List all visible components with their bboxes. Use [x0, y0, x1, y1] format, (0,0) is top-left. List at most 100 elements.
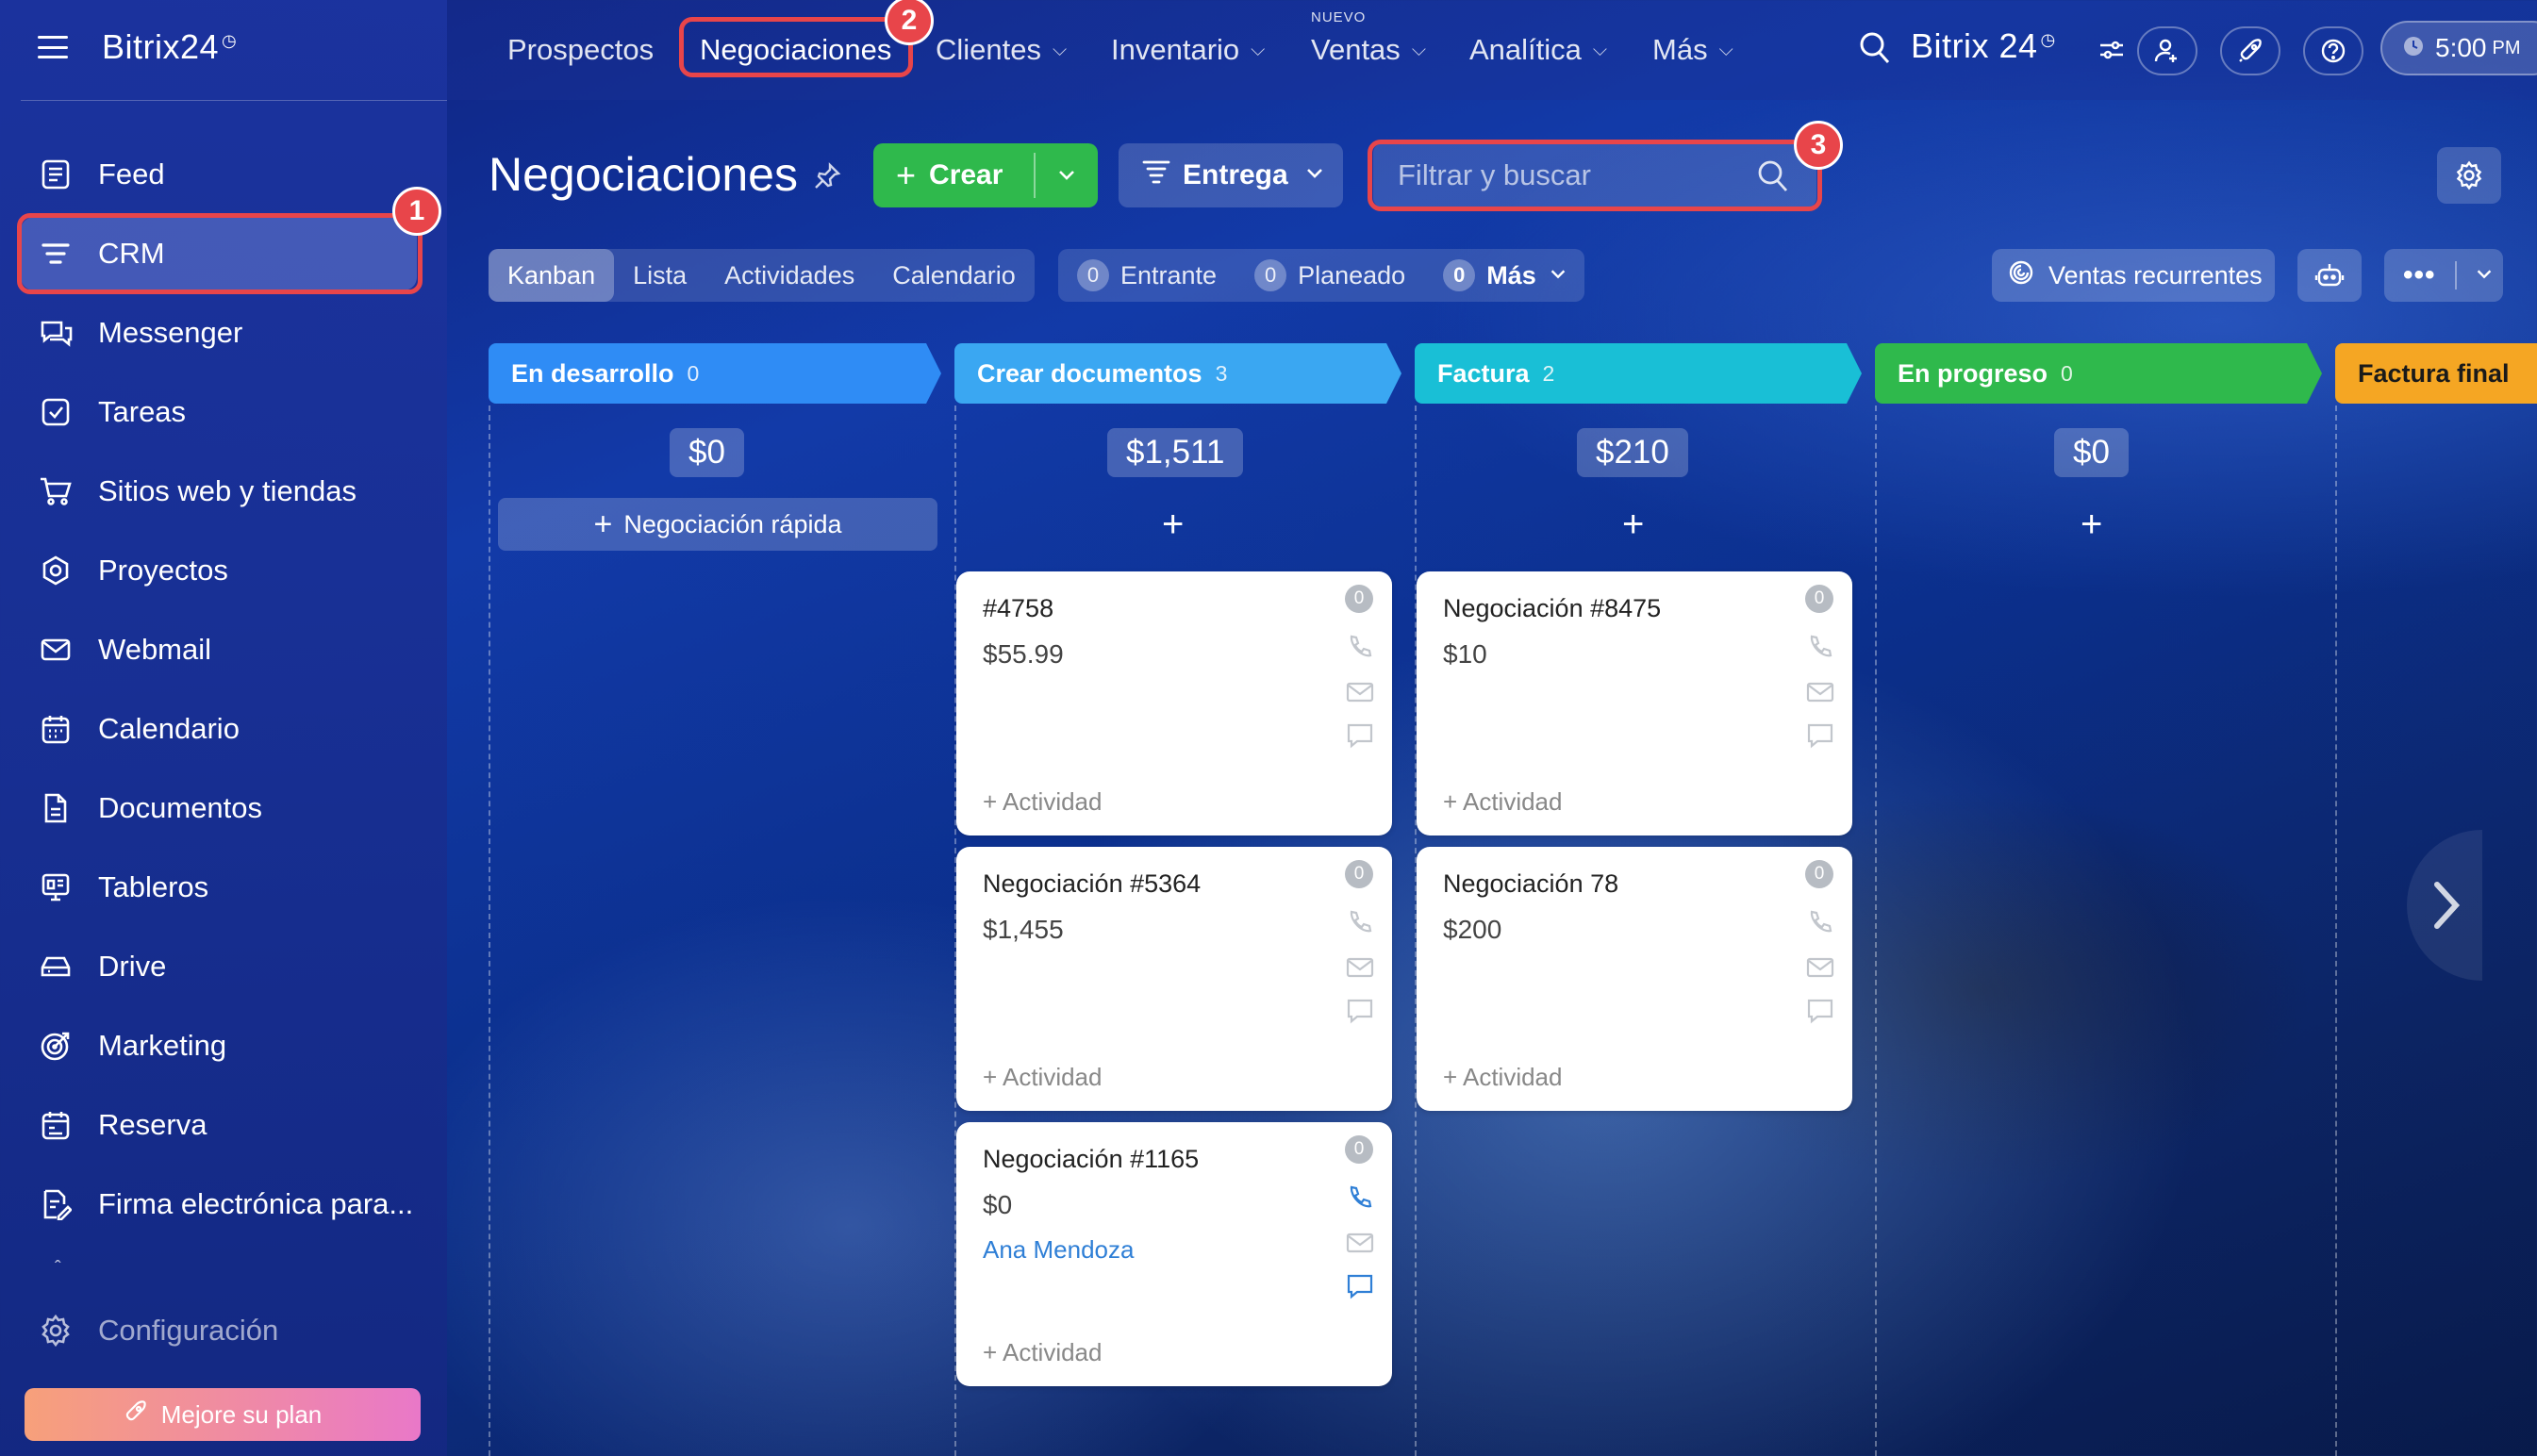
phone-icon[interactable] [1343, 905, 1377, 939]
logo[interactable]: Bitrix24 ◷ [102, 27, 237, 67]
sidebar-item-webmail[interactable]: Webmail [21, 613, 417, 687]
pin-icon[interactable] [813, 162, 841, 195]
sidebar-item-feed[interactable]: Feed [21, 138, 417, 211]
deal-card[interactable]: Negociación #8475 $10 0 + Actividad [1417, 571, 1852, 836]
add-activity-link[interactable]: + Actividad [1443, 1063, 1562, 1092]
scroll-right-button[interactable] [2407, 830, 2482, 981]
nav-negociaciones[interactable]: Negociaciones [700, 28, 891, 72]
chevron-down-icon [1303, 159, 1326, 191]
tab-lista[interactable]: Lista [614, 249, 705, 302]
tab-actividades[interactable]: Actividades [705, 249, 873, 302]
add-activity-link[interactable]: + Actividad [1443, 787, 1562, 817]
sidebar-item-reserva[interactable]: Reserva [21, 1088, 417, 1162]
quick-deal-label: Negociación rápida [623, 509, 842, 538]
sidebar-item-drive[interactable]: Drive [21, 930, 417, 1003]
deal-card[interactable]: Negociación #5364 $1,455 0 + Actividad [956, 847, 1392, 1111]
rocket-button[interactable] [2220, 26, 2280, 75]
annotation-badge-3: 3 [1794, 121, 1843, 170]
collapse-icon[interactable]: ˆ [55, 1258, 61, 1280]
help-button[interactable] [2303, 26, 2363, 75]
mail-icon[interactable] [1343, 1226, 1377, 1260]
upgrade-button[interactable]: Mejore su plan [25, 1388, 421, 1441]
chevron-down-icon[interactable] [2474, 263, 2495, 289]
nav-inventario[interactable]: Inventario ⌵ [1111, 28, 1265, 72]
phone-icon[interactable] [1803, 905, 1837, 939]
phone-icon[interactable] [1803, 630, 1837, 664]
deal-title[interactable]: Negociación #1165 [983, 1145, 1199, 1174]
sidebar-item-crm[interactable]: CRM [21, 217, 417, 290]
sidebar-item-tableros[interactable]: Tableros [21, 851, 417, 924]
deal-card[interactable]: #4758 $55.99 0 + Actividad [956, 571, 1392, 836]
projects-icon [38, 553, 74, 588]
sidebar-item-firma[interactable]: Firma electrónica para... [21, 1167, 417, 1241]
sidebar-item-proyectos[interactable]: Proyectos [21, 534, 417, 607]
phone-icon[interactable] [1343, 630, 1377, 664]
pipeline-selector[interactable]: Entrega [1119, 143, 1343, 207]
sidebar-item-tareas[interactable]: Tareas [21, 375, 417, 449]
column-header[interactable]: En progreso 0 [1875, 343, 2322, 404]
sidebar-item-sitios[interactable]: Sitios web y tiendas [21, 455, 417, 528]
divider [2454, 261, 2457, 290]
settings-button[interactable] [2437, 147, 2501, 204]
column-header[interactable]: Factura final [2335, 343, 2537, 404]
sidebar-item-calendario[interactable]: Calendario [21, 692, 417, 766]
deal-title[interactable]: #4758 [983, 594, 1053, 623]
chat-icon[interactable] [1803, 994, 1837, 1028]
add-deal-button[interactable]: + [1162, 504, 1184, 546]
menu-icon[interactable] [38, 36, 68, 58]
column-header[interactable]: Crear documentos 3 [954, 343, 1401, 404]
nav-analitica[interactable]: Analítica ⌵ [1469, 28, 1607, 72]
deal-card[interactable]: Negociación 78 $200 0 + Actividad [1417, 847, 1852, 1111]
search-icon[interactable] [1858, 30, 1892, 71]
deal-title[interactable]: Negociación 78 [1443, 869, 1618, 899]
plus-icon: + [593, 505, 613, 542]
add-activity-link[interactable]: + Actividad [983, 787, 1102, 817]
mail-icon[interactable] [1343, 675, 1377, 709]
nav-prospectos[interactable]: Prospectos [507, 28, 654, 72]
add-activity-link[interactable]: + Actividad [983, 1063, 1102, 1092]
deal-title[interactable]: Negociación #5364 [983, 869, 1201, 899]
chat-icon[interactable] [1343, 994, 1377, 1028]
plus-icon: + [896, 156, 917, 194]
recurring-sales-button[interactable]: Ventas recurrentes [1992, 249, 2275, 302]
mail-icon[interactable] [1343, 951, 1377, 984]
sidebar-item-configuracion[interactable]: Configuración [21, 1294, 417, 1367]
tab-calendario[interactable]: Calendario [873, 249, 1035, 302]
chat-icon[interactable] [1343, 1269, 1377, 1303]
brand-logo[interactable]: Bitrix 24 ◷ [1911, 26, 2056, 66]
nav-clientes[interactable]: Clientes ⌵ [936, 28, 1067, 72]
column-header[interactable]: En desarrollo 0 [489, 343, 941, 404]
add-user-button[interactable] [2137, 26, 2197, 75]
search-input[interactable] [1373, 143, 1816, 207]
deal-card[interactable]: Negociación #1165 $0 Ana Mendoza 0 + Act… [956, 1122, 1392, 1386]
create-button[interactable]: + Crear [873, 143, 1098, 207]
chat-icon[interactable] [1803, 719, 1837, 753]
counter-mas[interactable]: 0 Más [1405, 259, 1568, 291]
client-link[interactable]: Ana Mendoza [983, 1235, 1134, 1265]
mail-icon[interactable] [1803, 951, 1837, 984]
add-deal-button[interactable]: + [2081, 504, 2102, 546]
chevron-down-icon[interactable] [1054, 162, 1079, 194]
calendar-icon [38, 711, 74, 747]
tab-kanban[interactable]: Kanban [489, 249, 615, 302]
nav-mas[interactable]: Más ⌵ [1652, 28, 1733, 72]
deal-title[interactable]: Negociación #8475 [1443, 594, 1661, 623]
sliders-icon[interactable] [2098, 36, 2126, 69]
counter-entrante[interactable]: 0 Entrante [1058, 259, 1217, 291]
counter-planeado[interactable]: 0 Planeado [1217, 259, 1405, 291]
clock-button[interactable]: 5:00 PM [2380, 21, 2537, 75]
robots-button[interactable] [2297, 249, 2362, 302]
more-options-button[interactable]: ••• [2384, 249, 2503, 302]
chat-icon[interactable] [1343, 719, 1377, 753]
nav-ventas[interactable]: Ventas ⌵ [1311, 28, 1426, 72]
sidebar-item-documentos[interactable]: Documentos [21, 771, 417, 845]
sidebar-item-messenger[interactable]: Messenger [21, 296, 417, 370]
quick-deal-button[interactable]: + Negociación rápida [498, 498, 937, 551]
phone-icon[interactable] [1343, 1181, 1377, 1215]
mail-icon[interactable] [1803, 675, 1837, 709]
sidebar-item-marketing[interactable]: Marketing [21, 1009, 417, 1083]
add-activity-link[interactable]: + Actividad [983, 1338, 1102, 1367]
search-icon[interactable] [1756, 158, 1790, 199]
column-header[interactable]: Factura 2 [1415, 343, 1862, 404]
add-deal-button[interactable]: + [1622, 504, 1644, 546]
